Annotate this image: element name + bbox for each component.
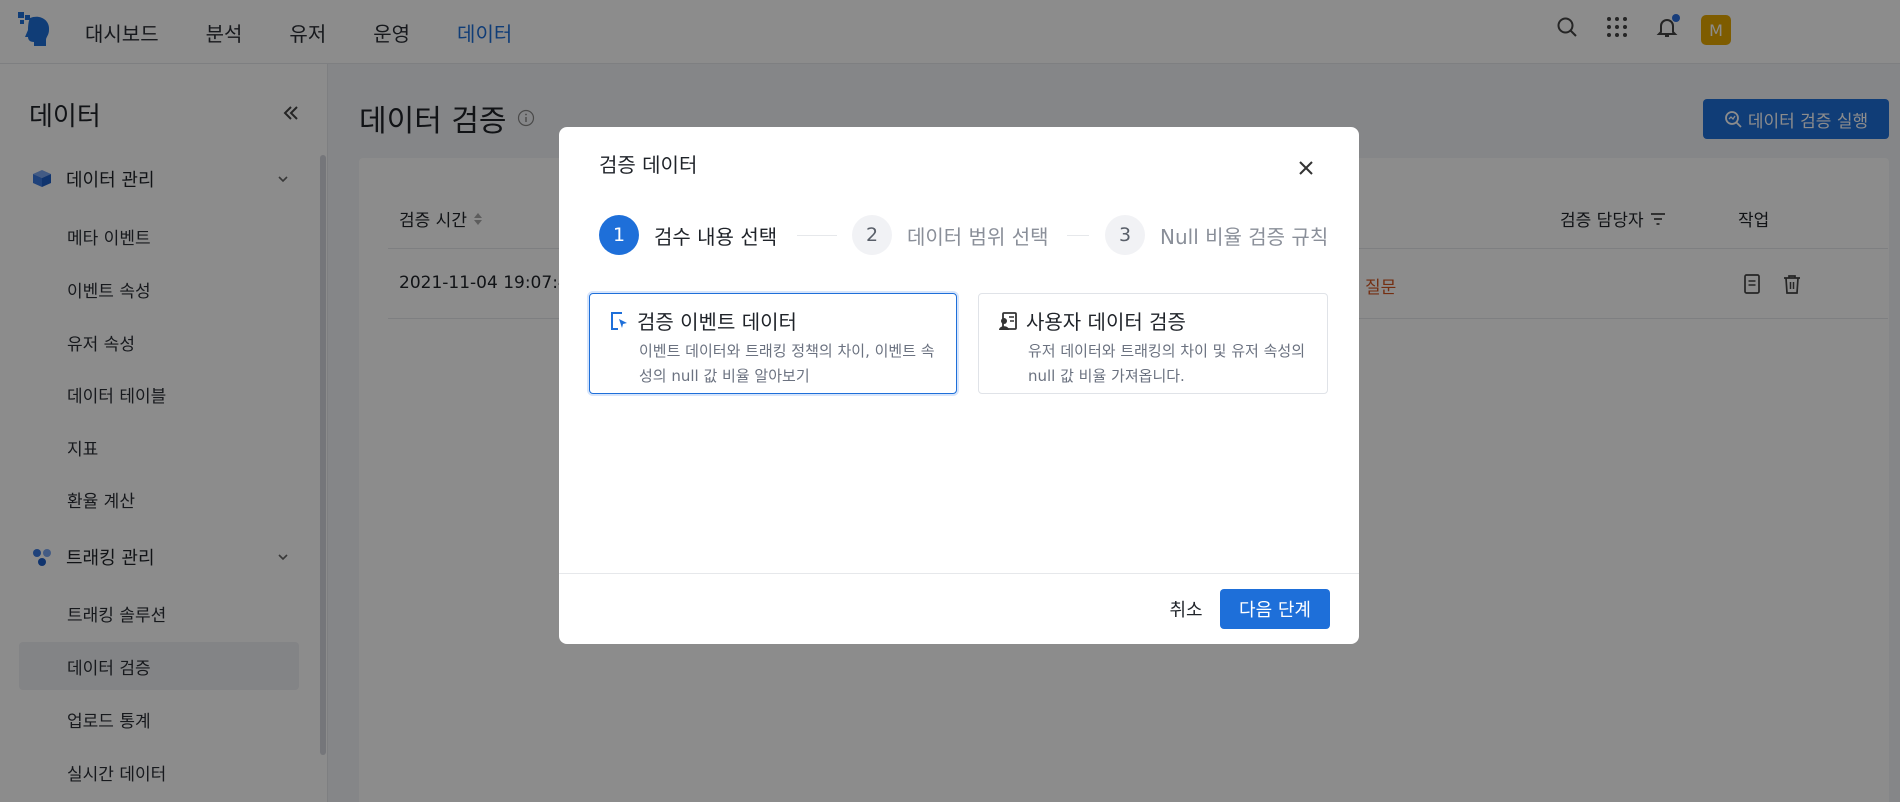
option-description: 유저 데이터와 트래킹의 차이 및 유저 속성의 null 값 비율 가져옵니다… (1028, 342, 1306, 385)
step-3: 3 Null 비율 검증 규칙 (1105, 215, 1328, 255)
user-card-icon (999, 311, 1017, 330)
option-description: 이벤트 데이터와 트래킹 정책의 차이, 이벤트 속 성의 null 값 비율 … (639, 342, 935, 385)
step-2-number: 2 (852, 215, 892, 255)
option-title: 검증 이벤트 데이터 (637, 310, 797, 334)
stepper: 1 검수 내용 선택 2 데이터 범위 선택 3 Null 비율 검증 규칙 (599, 215, 1328, 255)
app-root: 대시보드 분석 유저 운영 데이터 M 데이터 데이터 관리 메타 이벤트 이벤… (0, 0, 1900, 802)
option-title: 사용자 데이터 검증 (1026, 310, 1186, 334)
step-1-label: 검수 내용 선택 (654, 224, 778, 249)
step-1-number: 1 (599, 215, 639, 255)
validation-modal: 검증 데이터 1 검수 내용 선택 2 데이터 범위 선택 3 Null 비율 … (559, 127, 1359, 644)
step-2-label: 데이터 범위 선택 (907, 224, 1049, 249)
step-2: 2 데이터 범위 선택 (852, 215, 1049, 255)
event-cursor-icon (611, 311, 627, 330)
step-3-number: 3 (1105, 215, 1145, 255)
step-connector (797, 235, 837, 236)
cancel-button[interactable]: 취소 (1157, 589, 1215, 629)
modal-title: 검증 데이터 (599, 153, 698, 177)
option-validate-user-data[interactable]: 사용자 데이터 검증 유저 데이터와 트래킹의 차이 및 유저 속성의 null… (978, 293, 1328, 394)
modal-footer-divider (559, 573, 1359, 574)
close-icon[interactable] (1293, 155, 1319, 181)
step-1: 1 검수 내용 선택 (599, 215, 777, 255)
option-validate-event-data[interactable]: 검증 이벤트 데이터 이벤트 데이터와 트래킹 정책의 차이, 이벤트 속 성의… (589, 293, 957, 394)
step-3-label: Null 비율 검증 규칙 (1160, 224, 1329, 249)
next-step-button[interactable]: 다음 단계 (1220, 589, 1330, 629)
step-connector (1067, 235, 1089, 236)
